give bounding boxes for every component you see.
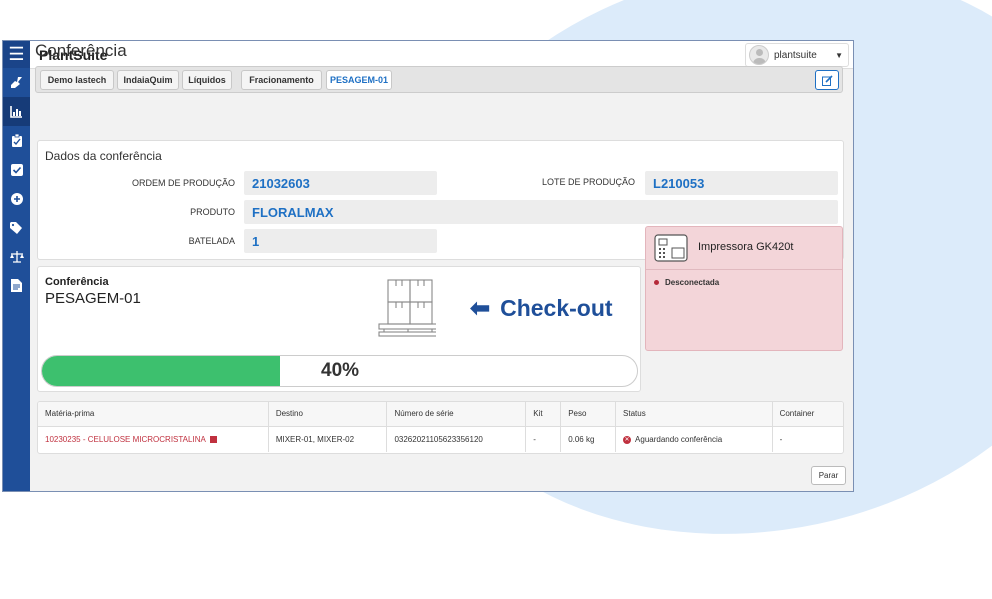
peso-cell: 0.06 kg bbox=[560, 426, 617, 452]
lote-value: L210053 bbox=[645, 171, 838, 195]
table-header: Matéria-prima Destino Número de série Ki… bbox=[38, 402, 843, 427]
broom-icon[interactable] bbox=[3, 68, 30, 97]
avatar bbox=[749, 45, 769, 65]
column-header[interactable]: Container bbox=[772, 402, 843, 427]
dados-title: Dados da conferência bbox=[45, 149, 162, 163]
status-text: Aguardando conferência bbox=[635, 434, 723, 444]
checkout-text: Check-out bbox=[500, 295, 613, 321]
divider bbox=[646, 269, 842, 270]
top-bar: PlantSuite plantsuite ▼ bbox=[30, 41, 853, 69]
materia-text: 10230235 - CELULOSE MICROCRISTALINA bbox=[45, 434, 206, 444]
batelada-label: BATELADA bbox=[188, 236, 235, 246]
printer-panel: Impressora GK420t Desconectada bbox=[645, 226, 843, 351]
column-header[interactable]: Número de série bbox=[386, 402, 527, 427]
scale-icon[interactable] bbox=[3, 242, 30, 271]
ordem-value: 21032603 bbox=[244, 171, 437, 195]
breadcrumb-item[interactable]: Fracionamento bbox=[241, 70, 322, 90]
progress-text: 40% bbox=[321, 360, 360, 381]
breadcrumb-item[interactable]: IndaiaQuim bbox=[117, 70, 179, 90]
checkout-label: ⬅ Check-out bbox=[470, 294, 613, 323]
user-menu[interactable]: plantsuite ▼ bbox=[745, 43, 849, 67]
conferencia-value: PESAGEM-01 bbox=[45, 290, 141, 307]
batelada-value: 1 bbox=[244, 229, 437, 253]
column-header[interactable]: Peso bbox=[560, 402, 617, 427]
chevron-down-icon: ▼ bbox=[835, 50, 843, 60]
printer-status-text: Desconectada bbox=[665, 278, 720, 287]
calendar-icon bbox=[209, 436, 217, 444]
printer-status: Desconectada bbox=[654, 278, 719, 287]
arrow-left-icon: ⬅ bbox=[470, 295, 491, 322]
printer-name: Impressora GK420t bbox=[698, 241, 794, 253]
boxes-icon bbox=[378, 279, 436, 337]
printer-icon bbox=[654, 234, 688, 262]
progress-bar: 40% bbox=[41, 355, 638, 387]
lote-label: LOTE DE PRODUÇÃO bbox=[541, 177, 635, 187]
error-icon: ✕ bbox=[623, 435, 632, 444]
column-header[interactable]: Kit bbox=[525, 402, 562, 427]
checkbox-icon[interactable] bbox=[3, 155, 30, 184]
destino-cell: MIXER-01, MIXER-02 bbox=[268, 426, 388, 452]
menu-icon[interactable]: ☰ bbox=[3, 41, 30, 68]
edit-icon bbox=[821, 74, 833, 86]
conferencia-label: Conferência bbox=[45, 276, 109, 288]
status-dot-icon bbox=[654, 280, 659, 285]
sidebar: ☰ bbox=[3, 41, 30, 491]
breadcrumb-item[interactable]: Demo Iastech bbox=[40, 70, 114, 90]
table-row[interactable]: 10230235 - CELULOSE MICROCRISTALINA MIXE… bbox=[38, 426, 843, 452]
container-cell: - bbox=[779, 434, 783, 444]
conferencia-panel: Conferência PESAGEM-01 ⬅ Check-out 40% bbox=[37, 266, 641, 392]
materia-table: Matéria-prima Destino Número de série Ki… bbox=[37, 401, 844, 454]
edit-button[interactable] bbox=[815, 70, 839, 90]
column-header[interactable]: Destino bbox=[268, 402, 388, 427]
progress-fill bbox=[42, 356, 280, 386]
breadcrumb: Demo Iastech IndaiaQuim Líquidos Fracion… bbox=[35, 66, 843, 93]
plus-circle-icon[interactable] bbox=[3, 184, 30, 213]
chart-icon[interactable] bbox=[3, 97, 30, 126]
column-header[interactable]: Matéria-prima bbox=[38, 402, 269, 427]
produto-value: FLORALMAX bbox=[244, 200, 838, 224]
tag-icon[interactable] bbox=[3, 213, 30, 242]
kit-cell: - bbox=[525, 426, 562, 452]
produto-label: PRODUTO bbox=[190, 207, 235, 217]
column-header[interactable]: Status bbox=[615, 402, 773, 427]
breadcrumb-item[interactable]: Líquidos bbox=[182, 70, 232, 90]
breadcrumb-item-active[interactable]: PESAGEM-01 bbox=[326, 70, 392, 90]
user-name: plantsuite bbox=[774, 49, 817, 61]
clipboard-icon[interactable] bbox=[3, 126, 30, 155]
document-icon[interactable] bbox=[3, 271, 30, 300]
page-title: Conferência bbox=[35, 41, 127, 60]
parar-button[interactable]: Parar bbox=[811, 466, 846, 485]
materia-cell[interactable]: 10230235 - CELULOSE MICROCRISTALINA bbox=[38, 426, 269, 452]
ordem-label: ORDEM DE PRODUÇÃO bbox=[131, 178, 235, 188]
serie-cell: 03262021105623356120 bbox=[386, 426, 527, 452]
status-cell: ✕ Aguardando conferência bbox=[615, 426, 773, 452]
